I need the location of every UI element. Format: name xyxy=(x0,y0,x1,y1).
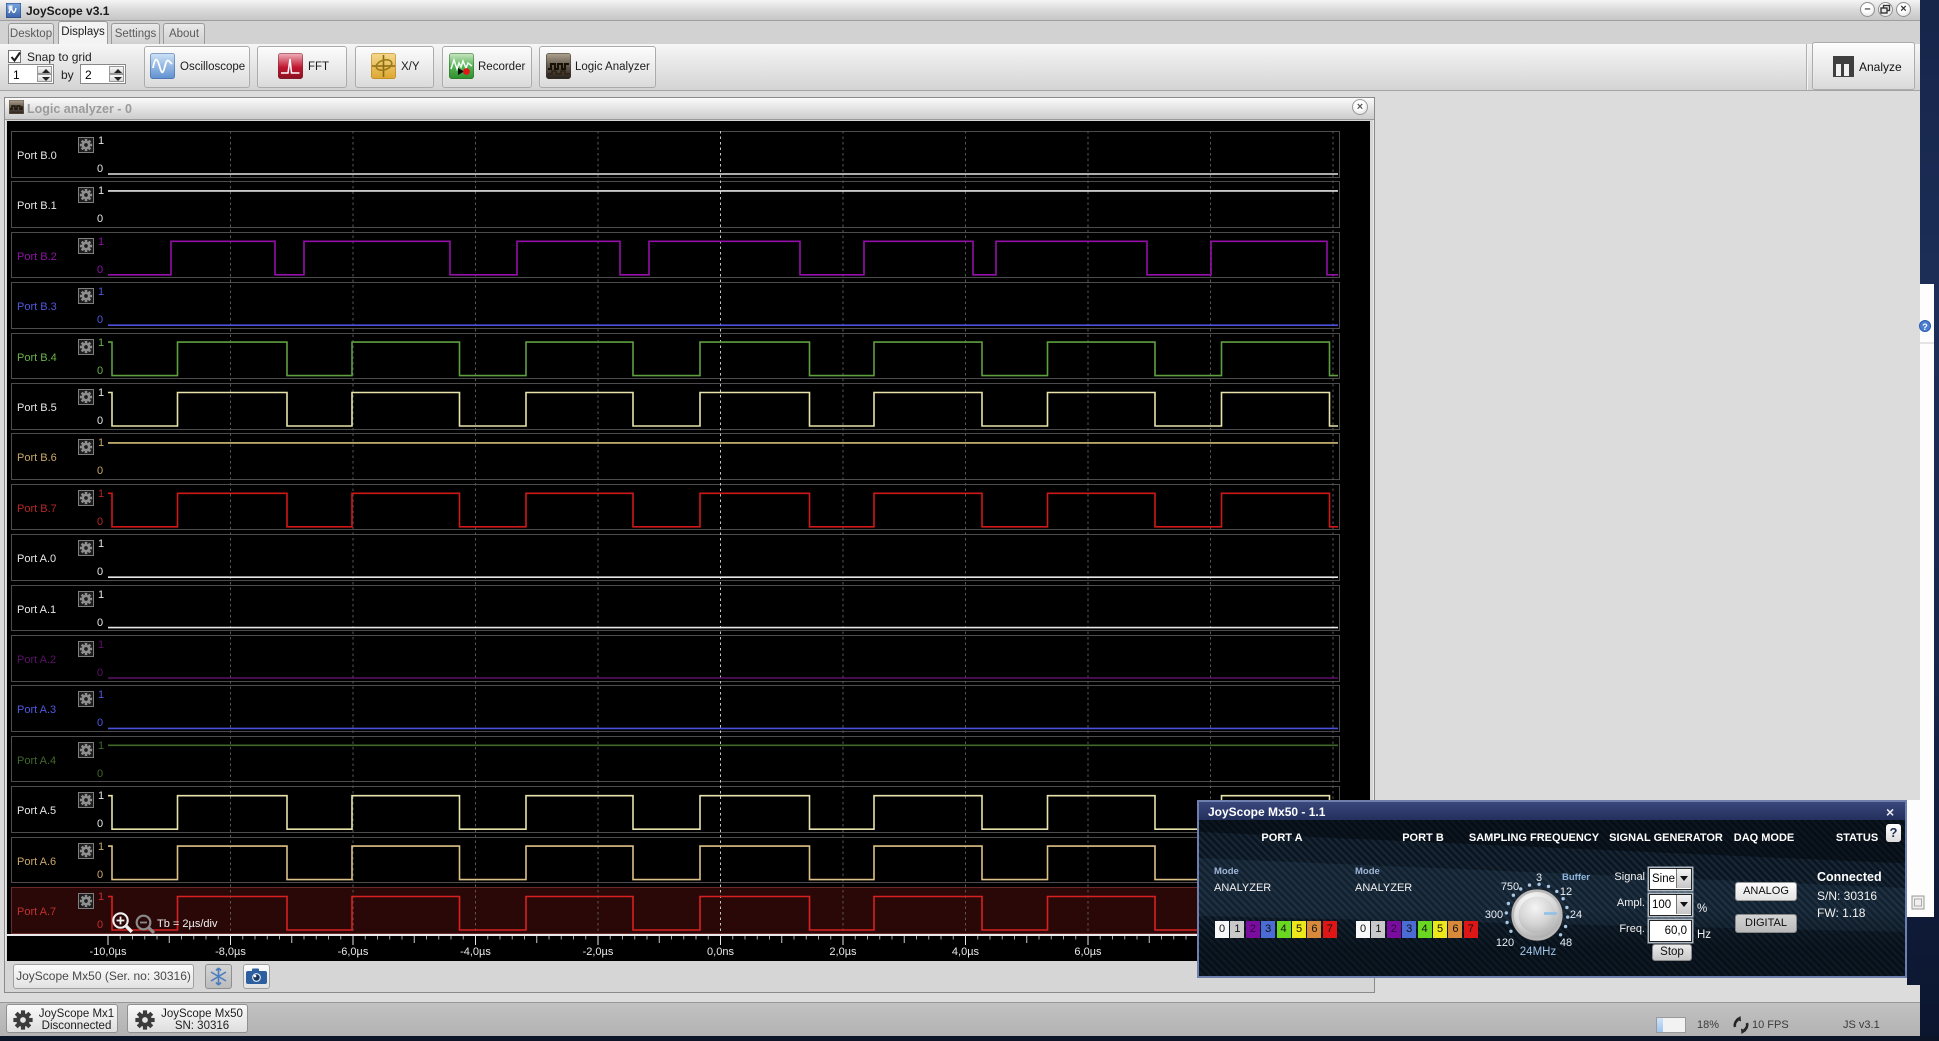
svg-text:4,0µs: 4,0µs xyxy=(952,946,980,958)
svg-text:3: 3 xyxy=(1536,872,1542,884)
svg-text:-10,0µs: -10,0µs xyxy=(90,946,127,958)
svg-text:6,0µs: 6,0µs xyxy=(1074,946,1102,958)
svg-text:Tb = 2µs/div: Tb = 2µs/div xyxy=(157,918,218,930)
svg-text:120: 120 xyxy=(1496,937,1514,949)
svg-text:Buffer: Buffer xyxy=(1562,872,1590,883)
svg-text:-2,0µs: -2,0µs xyxy=(583,946,614,958)
svg-text:12: 12 xyxy=(1560,886,1572,898)
svg-text:2,0µs: 2,0µs xyxy=(829,946,857,958)
svg-text:750: 750 xyxy=(1501,881,1519,893)
svg-text:0,0ns: 0,0ns xyxy=(707,946,734,958)
svg-text:48: 48 xyxy=(1560,937,1572,949)
svg-text:24MHz: 24MHz xyxy=(1520,946,1557,958)
svg-text:24: 24 xyxy=(1570,909,1582,921)
svg-text:-4,0µs: -4,0µs xyxy=(460,946,491,958)
svg-text:-8,0µs: -8,0µs xyxy=(215,946,246,958)
svg-text:-6,0µs: -6,0µs xyxy=(338,946,369,958)
svg-text:300: 300 xyxy=(1485,909,1503,921)
